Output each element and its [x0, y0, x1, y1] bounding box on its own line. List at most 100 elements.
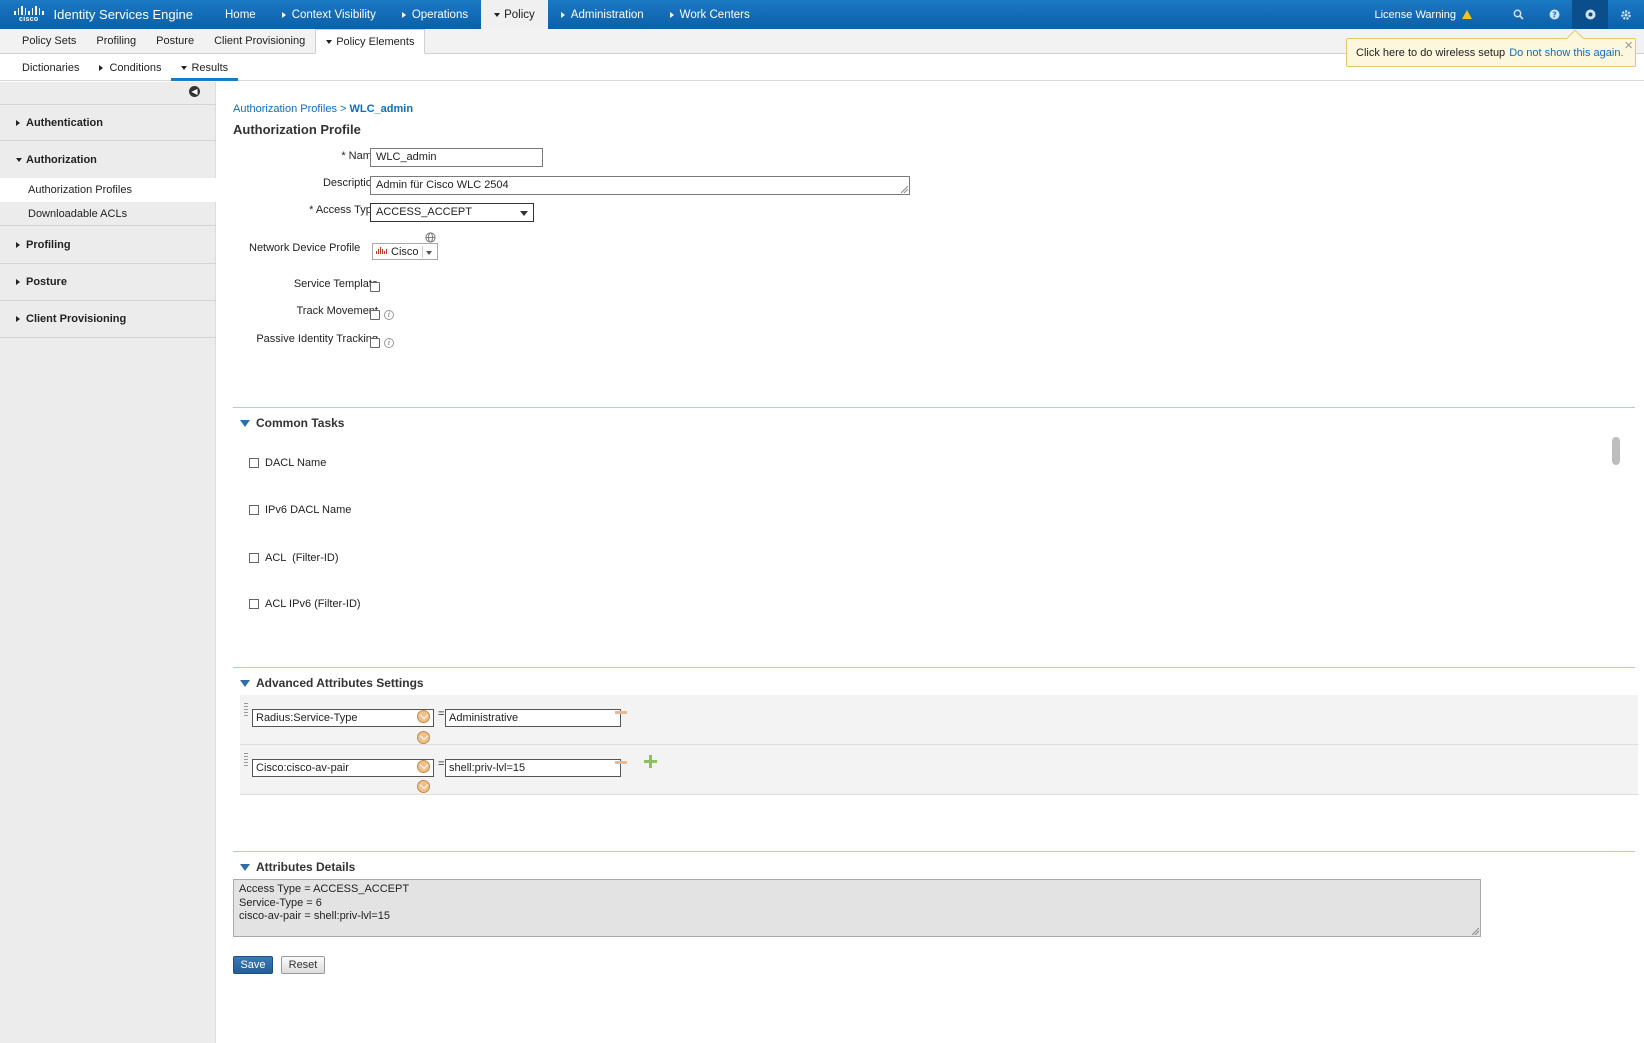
warning-icon	[1462, 10, 1472, 19]
advanced-attribute-row: Cisco:cisco-av-pair = shell:priv-lvl=15	[240, 745, 1638, 795]
tab-dictionaries[interactable]: Dictionaries	[12, 55, 89, 81]
settings-button[interactable]	[1608, 0, 1644, 29]
chevron-down-icon[interactable]	[417, 760, 430, 773]
tab-policy-elements[interactable]: Policy Elements	[315, 29, 426, 54]
nav-home[interactable]: Home	[212, 0, 269, 29]
resize-handle-icon[interactable]	[1472, 928, 1479, 935]
system-activities-button[interactable]	[1572, 0, 1608, 29]
cisco-logo-icon	[376, 247, 387, 254]
operator: =	[438, 758, 445, 770]
top-navigation-bar: cisco Identity Services Engine Home Cont…	[0, 0, 1644, 29]
caret-down-icon	[16, 157, 22, 162]
close-icon[interactable]: ×	[1624, 37, 1633, 54]
attribute-value-field[interactable]: shell:priv-lvl=15	[445, 759, 621, 777]
network-device-profile-select[interactable]: Cisco	[372, 243, 438, 260]
chevron-down-icon[interactable]	[417, 731, 430, 744]
license-warning[interactable]: License Warning	[1374, 9, 1472, 21]
sidebar-section-authorization[interactable]: Authorization	[0, 141, 216, 178]
save-button[interactable]: Save	[233, 956, 273, 974]
chevron-down-icon[interactable]	[417, 780, 430, 793]
sidebar-section-profiling[interactable]: Profiling	[0, 227, 216, 264]
tab-profiling[interactable]: Profiling	[86, 29, 146, 53]
attributes-details-header[interactable]: Attributes Details	[240, 860, 355, 874]
task-dacl-name[interactable]: DACL Name	[249, 457, 326, 469]
service-template-checkbox[interactable]	[370, 282, 380, 292]
attribute-select[interactable]: Radius:Service-Type	[252, 709, 434, 727]
nav-work-centers[interactable]: Work Centers	[657, 0, 763, 29]
help-button[interactable]: ?	[1536, 0, 1572, 29]
attribute-select[interactable]: Cisco:cisco-av-pair	[252, 759, 434, 777]
info-icon[interactable]: i	[384, 310, 394, 320]
drag-handle-icon[interactable]	[244, 703, 248, 717]
track-movement-checkbox[interactable]	[370, 310, 380, 320]
section-divider	[233, 667, 1635, 668]
common-tasks-header[interactable]: Common Tasks	[240, 416, 344, 430]
section-divider	[233, 407, 1635, 408]
tab-policy-sets[interactable]: Policy Sets	[12, 29, 86, 53]
name-field[interactable]: WLC_admin	[370, 148, 543, 167]
acl-filter-id-checkbox[interactable]	[249, 553, 259, 563]
nav-administration[interactable]: Administration	[548, 0, 657, 29]
name-label: * Name	[341, 150, 378, 162]
nav-policy[interactable]: Policy	[481, 0, 548, 29]
drag-handle-icon[interactable]	[244, 753, 248, 767]
caret-down-icon	[181, 65, 188, 70]
ipv6-dacl-name-checkbox[interactable]	[249, 505, 259, 515]
remove-attribute-icon[interactable]	[615, 761, 627, 764]
remove-attribute-icon[interactable]	[615, 711, 627, 714]
section-divider	[233, 851, 1635, 852]
advanced-attributes-header[interactable]: Advanced Attributes Settings	[240, 676, 424, 690]
sidebar-section-posture[interactable]: Posture	[0, 264, 216, 301]
dropdown-arrow-icon	[520, 211, 528, 216]
app-title: Identity Services Engine	[53, 7, 193, 22]
acl-ipv6-filter-id-checkbox[interactable]	[249, 599, 259, 609]
ndp-label: Network Device Profile	[249, 242, 361, 254]
do-not-show-again-link[interactable]: Do not show this again.	[1509, 47, 1623, 59]
sidebar: ◀ Authentication Authorization Authoriza…	[0, 82, 216, 1043]
top-right-tools: License Warning ?	[1374, 0, 1644, 29]
info-icon[interactable]: i	[384, 338, 394, 348]
caret-down-icon	[494, 12, 501, 17]
collapse-sidebar-icon[interactable]: ◀	[189, 86, 200, 97]
sidebar-section-client-provisioning[interactable]: Client Provisioning	[0, 301, 216, 338]
globe-icon[interactable]	[425, 232, 436, 243]
nav-operations[interactable]: Operations	[389, 0, 481, 29]
caret-right-icon	[560, 11, 565, 18]
dropdown-arrow-icon	[426, 251, 432, 255]
task-acl-filter-id[interactable]: ACL (Filter-ID)	[249, 552, 339, 564]
track-movement-label: Track Movement	[296, 305, 378, 317]
search-button[interactable]	[1500, 0, 1536, 29]
tab-posture[interactable]: Posture	[146, 29, 204, 53]
access-type-select[interactable]: ACCESS_ACCEPT	[370, 203, 534, 222]
page-title: Authorization Profile	[233, 122, 361, 137]
chevron-down-icon[interactable]	[417, 710, 430, 723]
caret-right-icon	[16, 119, 20, 126]
sidebar-section-authentication[interactable]: Authentication	[0, 104, 216, 141]
tab-results[interactable]: Results	[171, 55, 239, 81]
access-type-label: * Access Type	[309, 204, 378, 216]
attributes-details-box: Access Type = ACCESS_ACCEPT Service-Type…	[233, 879, 1481, 937]
attribute-value-field[interactable]: Administrative	[445, 709, 621, 727]
sidebar-item-authorization-profiles[interactable]: Authorization Profiles	[0, 178, 216, 202]
advanced-attribute-row: Radius:Service-Type = Administrative	[240, 695, 1638, 745]
wireless-setup-link[interactable]: Click here to do wireless setup	[1356, 47, 1505, 59]
reset-button[interactable]: Reset	[281, 956, 325, 974]
passive-identity-checkbox[interactable]	[370, 338, 380, 348]
app-logo[interactable]: cisco Identity Services Engine	[0, 6, 212, 23]
nav-context-visibility[interactable]: Context Visibility	[269, 0, 389, 29]
task-ipv6-dacl-name[interactable]: IPv6 DACL Name	[249, 504, 351, 516]
caret-right-icon	[669, 11, 674, 18]
task-acl-ipv6-filter-id[interactable]: ACL IPv6 (Filter-ID)	[249, 598, 361, 610]
breadcrumb-current: WLC_admin	[349, 103, 414, 115]
add-attribute-icon[interactable]	[644, 755, 657, 768]
activity-icon	[1585, 9, 1595, 20]
resize-handle-icon[interactable]	[901, 186, 908, 193]
common-tasks-scrollbar[interactable]	[1612, 437, 1620, 465]
gear-icon	[1621, 9, 1631, 20]
dacl-name-checkbox[interactable]	[249, 458, 259, 468]
breadcrumb-authorization-profiles[interactable]: Authorization Profiles	[233, 103, 337, 115]
tab-client-provisioning[interactable]: Client Provisioning	[204, 29, 315, 53]
description-field[interactable]: Admin für Cisco WLC 2504	[370, 176, 910, 195]
tab-conditions[interactable]: Conditions	[89, 55, 171, 81]
sidebar-item-downloadable-acls[interactable]: Downloadable ACLs	[0, 202, 216, 226]
